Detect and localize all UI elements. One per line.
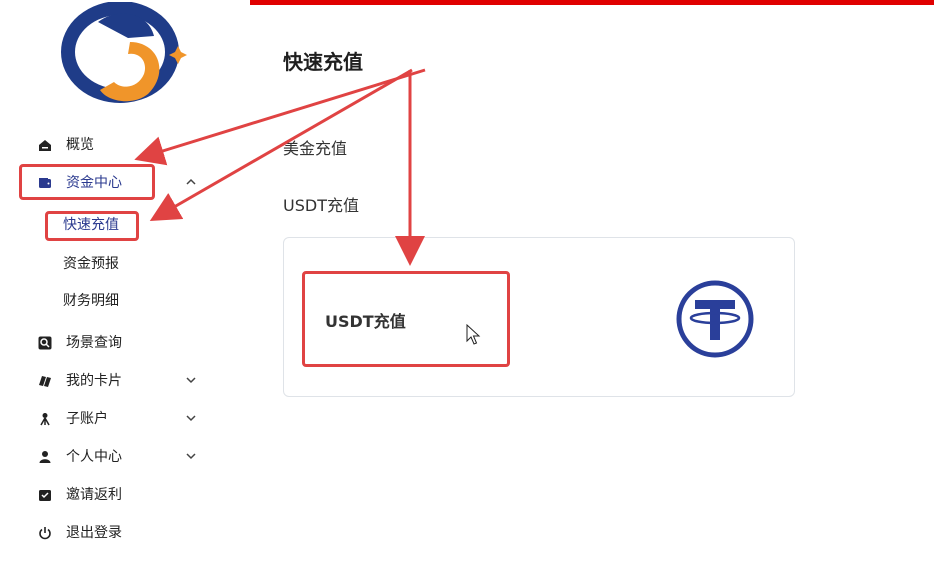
nav-label: 邀请返利 (66, 487, 122, 503)
nav-label: 个人中心 (66, 449, 122, 465)
nav-item-invite-rebate[interactable]: 邀请返利 (0, 478, 250, 512)
chevron-down-icon[interactable] (184, 373, 198, 387)
user-icon (39, 451, 51, 463)
top-accent-bar (250, 0, 934, 5)
subnav-item-financial-details[interactable]: 财务明细 (63, 292, 119, 310)
home-icon (39, 140, 51, 151)
power-icon (39, 527, 51, 540)
highlight-box-funds-center (19, 164, 155, 200)
nav-label: 场景查询 (66, 335, 122, 351)
cards-icon (39, 376, 51, 387)
chevron-up-icon[interactable] (184, 175, 198, 189)
nav-item-sub-accounts[interactable]: 子账户 (0, 402, 250, 436)
highlight-box-quick-recharge (45, 211, 139, 241)
option-usdt-recharge[interactable]: USDT充值 (283, 192, 359, 216)
chevron-down-icon[interactable] (184, 449, 198, 463)
page-title: 快速充值 (283, 50, 363, 74)
chevron-down-icon[interactable] (184, 411, 198, 425)
sub-account-icon (40, 413, 50, 426)
nav-label: 我的卡片 (66, 373, 122, 389)
nav-item-logout[interactable]: 退出登录 (0, 516, 250, 550)
search-icon (38, 336, 52, 350)
nav-label: 概览 (66, 137, 94, 153)
subnav-item-funds-forecast[interactable]: 资金预报 (63, 255, 119, 273)
tether-icon (676, 280, 754, 358)
nav-label: 退出登录 (66, 525, 122, 541)
nav-item-overview[interactable]: 概览 (0, 128, 250, 162)
invite-icon (39, 490, 51, 501)
brand-logo-icon (61, 2, 187, 103)
nav-item-my-cards[interactable]: 我的卡片 (0, 364, 250, 398)
option-usd-recharge[interactable]: 美金充值 (283, 135, 347, 159)
nav-label: 子账户 (66, 411, 108, 427)
nav-item-personal-center[interactable]: 个人中心 (0, 440, 250, 474)
highlight-box-usdt-card (302, 271, 510, 367)
nav-item-scene-query[interactable]: 场景查询 (0, 326, 250, 360)
sidebar: 概览 资金中心 快速充值 资金预报 财务明细 场景查询 我的卡片 子账户 个人中… (0, 0, 250, 567)
